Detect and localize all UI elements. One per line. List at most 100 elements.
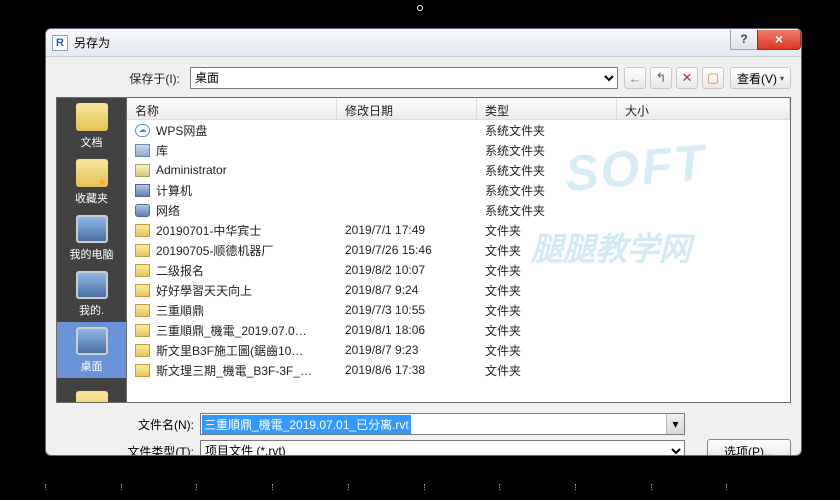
monitor-icon bbox=[76, 215, 108, 243]
window-buttons: ? × bbox=[731, 30, 801, 50]
file-name: Administrator bbox=[156, 163, 227, 177]
file-name: 20190705-顺德机器厂 bbox=[156, 242, 273, 259]
file-date: 2019/8/1 18:06 bbox=[337, 323, 477, 337]
file-name: 20190701-中华宾士 bbox=[156, 222, 261, 239]
file-name: 二级报名 bbox=[156, 262, 204, 279]
file-date: 2019/8/6 17:38 bbox=[337, 363, 477, 377]
col-name[interactable]: 名称 bbox=[127, 98, 337, 119]
monitor-icon bbox=[76, 271, 108, 299]
bottom-panel: 文件名(N): 三重順鼎_機電_2019.07.01_已分离.rvt ▾ 文件类… bbox=[46, 403, 801, 456]
file-type: 文件夹 bbox=[477, 302, 617, 319]
file-row[interactable]: 斯文理三期_機電_B3F-3F_… 2019/8/6 17:38文件夹 bbox=[127, 360, 790, 380]
file-date: 2019/7/1 17:49 bbox=[337, 223, 477, 237]
save-as-dialog: R 另存为 ? × 保存于(I): 桌面 ← ↰ ✕ ▢ 查看(V) ▾ 文档收… bbox=[45, 28, 802, 456]
file-row[interactable]: 三重順鼎_機電_2019.07.0… 2019/8/1 18:06文件夹 bbox=[127, 320, 790, 340]
folder-icon bbox=[76, 391, 108, 404]
folder-icon bbox=[135, 324, 150, 337]
col-date[interactable]: 修改日期 bbox=[337, 98, 477, 119]
file-name: 计算机 bbox=[156, 182, 192, 199]
file-row[interactable]: 库 系统文件夹 bbox=[127, 140, 790, 160]
file-type: 系统文件夹 bbox=[477, 162, 617, 179]
chevron-down-icon: ▾ bbox=[780, 74, 784, 83]
file-date: 2019/8/2 10:07 bbox=[337, 263, 477, 277]
places-bar: 文档收藏夹我的电脑我的. 桌面 bbox=[56, 97, 126, 403]
folder-icon bbox=[135, 244, 150, 257]
place-label: 我的. bbox=[79, 302, 104, 318]
place-label: 文档 bbox=[81, 134, 103, 150]
folder-icon bbox=[135, 264, 150, 277]
place-item[interactable]: 文档 bbox=[57, 98, 126, 154]
folder-icon bbox=[135, 224, 150, 237]
file-name: 库 bbox=[156, 142, 168, 159]
file-type: 文件夹 bbox=[477, 362, 617, 379]
col-type[interactable]: 类型 bbox=[477, 98, 617, 119]
pc-icon bbox=[135, 184, 150, 197]
resize-handle-top[interactable] bbox=[417, 5, 423, 11]
file-type: 文件夹 bbox=[477, 282, 617, 299]
file-type: 系统文件夹 bbox=[477, 202, 617, 219]
file-row[interactable]: 二级报名2019/8/2 10:07文件夹 bbox=[127, 260, 790, 280]
file-type: 文件夹 bbox=[477, 242, 617, 259]
filename-dropdown-arrow[interactable]: ▾ bbox=[666, 414, 684, 434]
file-type: 文件夹 bbox=[477, 222, 617, 239]
file-date: 2019/7/3 10:55 bbox=[337, 303, 477, 317]
file-date: 2019/7/26 15:46 bbox=[337, 243, 477, 257]
view-menu-button[interactable]: 查看(V) ▾ bbox=[730, 67, 791, 89]
filename-value: 三重順鼎_機電_2019.07.01_已分离.rvt bbox=[202, 415, 411, 434]
file-row[interactable]: 三重順鼎 2019/7/3 10:55文件夹 bbox=[127, 300, 790, 320]
file-row[interactable]: ☁WPS网盘系统文件夹 bbox=[127, 120, 790, 140]
monitor-icon bbox=[76, 327, 108, 355]
folder-icon bbox=[76, 103, 108, 131]
place-item[interactable] bbox=[57, 378, 126, 403]
file-list-pane: 名称 修改日期 类型 大小 ☁WPS网盘系统文件夹库系统文件夹Administr… bbox=[126, 97, 791, 403]
new-folder-icon[interactable]: ▢ bbox=[702, 67, 724, 89]
file-type: 系统文件夹 bbox=[477, 182, 617, 199]
location-dropdown[interactable]: 桌面 bbox=[190, 67, 618, 89]
place-item[interactable]: 我的. bbox=[57, 266, 126, 322]
place-item[interactable]: 桌面 bbox=[57, 322, 126, 378]
filename-combo[interactable]: 三重順鼎_機電_2019.07.01_已分离.rvt ▾ bbox=[200, 413, 685, 435]
filename-label: 文件名(N): bbox=[56, 416, 194, 433]
folder-icon bbox=[135, 344, 150, 357]
filetype-dropdown[interactable]: 项目文件 (*.rvt) bbox=[200, 440, 685, 456]
file-type: 系统文件夹 bbox=[477, 142, 617, 159]
file-row[interactable]: Administrator 系统文件夹 bbox=[127, 160, 790, 180]
net-icon bbox=[135, 204, 150, 217]
file-row[interactable]: 20190705-顺德机器厂 2019/7/26 15:46文件夹 bbox=[127, 240, 790, 260]
column-headers: 名称 修改日期 类型 大小 bbox=[127, 98, 790, 120]
file-type: 文件夹 bbox=[477, 342, 617, 359]
close-button[interactable]: × bbox=[757, 30, 801, 50]
delete-icon[interactable]: ✕ bbox=[676, 67, 698, 89]
up-icon[interactable]: ↰ bbox=[650, 67, 672, 89]
file-row[interactable]: 好好學習天天向上2019/8/7 9:24文件夹 bbox=[127, 280, 790, 300]
file-row[interactable]: 20190701-中华宾士 2019/7/1 17:49文件夹 bbox=[127, 220, 790, 240]
save-in-label: 保存于(I): bbox=[56, 70, 184, 87]
file-type: 文件夹 bbox=[477, 322, 617, 339]
file-name: 三重順鼎 bbox=[156, 302, 204, 319]
back-icon[interactable]: ← bbox=[624, 67, 646, 89]
file-row[interactable]: 计算机 系统文件夹 bbox=[127, 180, 790, 200]
file-list[interactable]: ☁WPS网盘系统文件夹库系统文件夹Administrator系统文件夹计算机系统… bbox=[127, 120, 790, 402]
help-button[interactable]: ? bbox=[730, 30, 758, 50]
file-name: 斯文理三期_機電_B3F-3F_… bbox=[156, 362, 312, 379]
file-date: 2019/8/7 9:24 bbox=[337, 283, 477, 297]
place-label: 桌面 bbox=[81, 358, 103, 374]
file-row[interactable]: 网络系统文件夹 bbox=[127, 200, 790, 220]
options-button[interactable]: 选项(P)... bbox=[707, 439, 791, 456]
star-icon bbox=[76, 159, 108, 187]
folder-icon bbox=[135, 364, 150, 377]
user-icon bbox=[135, 164, 150, 177]
file-name: 三重順鼎_機電_2019.07.0… bbox=[156, 322, 307, 339]
filetype-label: 文件类型(T): bbox=[56, 443, 194, 457]
file-row[interactable]: 斯文里B3F施工圖(鋸齒10…2019/8/7 9:23文件夹 bbox=[127, 340, 790, 360]
place-label: 收藏夹 bbox=[75, 190, 108, 206]
place-item[interactable]: 我的电脑 bbox=[57, 210, 126, 266]
file-name: WPS网盘 bbox=[156, 122, 207, 139]
place-item[interactable]: 收藏夹 bbox=[57, 154, 126, 210]
folder-icon bbox=[135, 284, 150, 297]
col-size[interactable]: 大小 bbox=[617, 98, 790, 119]
folder-icon bbox=[135, 304, 150, 317]
window-title: 另存为 bbox=[74, 34, 731, 51]
view-label: 查看(V) bbox=[737, 70, 777, 87]
title-bar[interactable]: R 另存为 ? × bbox=[46, 29, 801, 57]
